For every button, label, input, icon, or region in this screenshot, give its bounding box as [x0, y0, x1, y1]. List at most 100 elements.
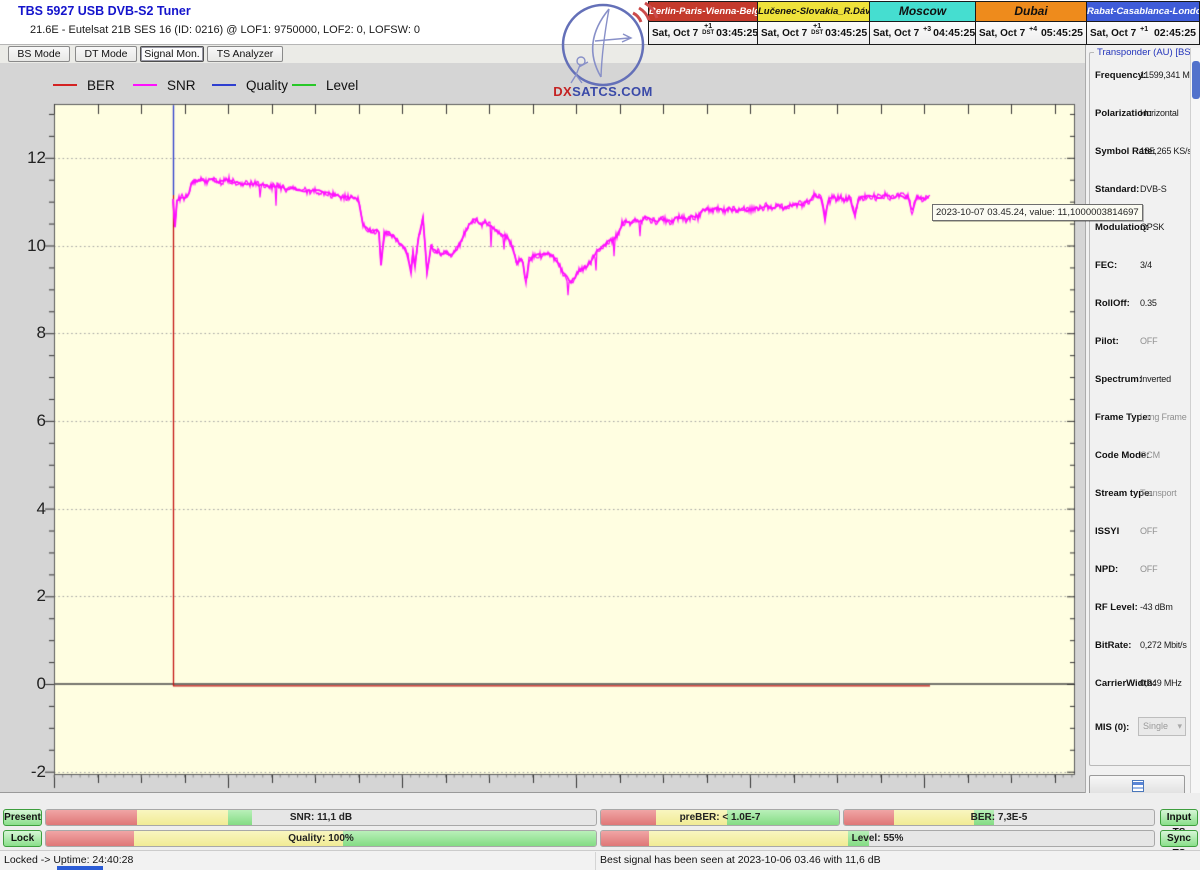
clock-date: Sat, Oct 7	[761, 28, 807, 39]
app-title: TBS 5927 USB DVB-S2 Tuner	[18, 4, 191, 18]
sidebar-row-standard: Standard:DVB-S	[1086, 184, 1200, 198]
signal-status-bars: Present SNR: 11,1 dB preBER: < 1.0E-7 BE…	[0, 793, 1200, 850]
clock-time: 05:45:25	[1041, 27, 1083, 39]
y-axis-label: -2	[2, 763, 46, 781]
row-label: ISSYI	[1095, 526, 1119, 537]
signal-chart-canvas[interactable]	[0, 63, 1085, 793]
row-value: DVB-S	[1140, 184, 1167, 194]
legend-item-snr: SNR	[133, 75, 196, 95]
snr-line-icon	[133, 84, 157, 87]
row-label: FEC:	[1095, 260, 1117, 271]
y-axis-label: 2	[2, 587, 46, 605]
mis-selected-value: Single	[1143, 721, 1168, 731]
sidebar-row-fec: FEC: 3/4	[1086, 260, 1200, 274]
row-value: -43 dBm	[1140, 602, 1173, 612]
clock-moscow: Moscow Sat, Oct 7 +3 04:45:25	[870, 1, 976, 45]
taskbar-peek-strip	[57, 866, 103, 870]
row-value: 0.35	[1140, 298, 1157, 308]
clock-dubai: Dubai Sat, Oct 7 +4 05:45:25	[976, 1, 1087, 45]
sidebar-row-frequency: Frequency:11599,341 MHz	[1086, 70, 1200, 84]
dst-flag: DST	[702, 30, 714, 36]
legend-label: Quality	[246, 78, 288, 93]
sidebar-scrollbar[interactable]	[1190, 48, 1200, 793]
sidebar-row-bitrate: BitRate:0,272 Mbit/s	[1086, 640, 1200, 654]
y-axis-label: 0	[2, 675, 46, 693]
best-signal-status: Best signal has been seen at 2023-10-06 …	[600, 854, 881, 866]
clock-time: 03:45:25	[825, 27, 867, 39]
clock-time: 03:45:25	[716, 27, 758, 39]
sidebar-row-code-mode: Code Mode:CCM	[1086, 450, 1200, 464]
input-ts-button[interactable]: Input TS	[1160, 809, 1198, 826]
signal-monitor-chart-panel: BER SNR Quality Level 12 10 8 6 4 2 0 -2…	[0, 63, 1085, 793]
clock-date: Sat, Oct 7	[979, 28, 1025, 39]
clock-city-label: Rabat-Casablanca-London	[1087, 2, 1199, 22]
quality-bar-label: Quality: 100%	[46, 831, 596, 846]
utc-offset: +1 DST	[702, 24, 714, 36]
row-label: BitRate:	[1095, 640, 1131, 651]
legend-label: Level	[326, 78, 358, 93]
y-axis-label: 10	[2, 237, 46, 255]
clock-time-row: Sat, Oct 7 +4 05:45:25	[976, 22, 1086, 44]
clock-rabat: Rabat-Casablanca-London Sat, Oct 7 +1 02…	[1087, 1, 1200, 45]
row-value: 0,249 MHz	[1140, 678, 1182, 688]
row-value: Horizontal	[1140, 108, 1179, 118]
utc-offset: +4	[1029, 27, 1037, 33]
groupbox-title: Transponder (AU) [BS]	[1094, 47, 1196, 58]
row-value: 185,265 KS/s	[1140, 146, 1192, 156]
row-value: CCM	[1140, 450, 1160, 460]
level-bar: Level: 55%	[600, 830, 1155, 847]
row-value: OFF	[1140, 564, 1157, 574]
sync-ts-button[interactable]: Sync TS	[1160, 830, 1198, 847]
dst-flag: DST	[811, 30, 823, 36]
offset-value: +1	[1140, 27, 1148, 33]
clock-time-row: Sat, Oct 7 +3 04:45:25	[870, 22, 975, 44]
clock-time-row: Sat, Oct 7 +1 02:45:25	[1087, 22, 1199, 44]
clock-lucenec: Lučenec-Slovakia_R.Dávid Sat, Oct 7 +1 D…	[758, 1, 870, 45]
sidebar-row-pilot: Pilot:OFF	[1086, 336, 1200, 350]
y-axis-label: 6	[2, 412, 46, 430]
logo-rest: SATCS.COM	[572, 84, 653, 99]
scrollbar-thumb[interactable]	[1192, 61, 1200, 99]
level-line-icon	[292, 84, 316, 87]
sidebar-row-carrier-width: CarrierWidth:0,249 MHz	[1086, 678, 1200, 692]
preber-bar: preBER: < 1.0E-7	[600, 809, 840, 826]
row-label: RollOff:	[1095, 298, 1130, 309]
row-value: Long Frame	[1140, 412, 1187, 422]
sidebar-row-spectrum: Spectrum:Inverted	[1086, 374, 1200, 388]
lock-button[interactable]: Lock	[3, 830, 42, 847]
clock-time: 02:45:25	[1154, 27, 1196, 39]
mis-dropdown[interactable]: Single ▾	[1138, 717, 1186, 736]
row-label: Frequency:	[1095, 70, 1146, 81]
tuner-settings-subtitle: 21.6E - Eutelsat 21B SES 16 (ID: 0216) @…	[30, 24, 420, 36]
quality-line-icon	[212, 84, 236, 87]
satellite-dish-icon	[545, 1, 661, 87]
snr-bar-label: SNR: 11,1 dB	[46, 810, 596, 825]
tab-bs-mode[interactable]: BS Mode	[8, 46, 70, 62]
y-axis-label: 4	[2, 500, 46, 518]
offset-value: +4	[1029, 27, 1037, 33]
utc-offset: +3	[923, 27, 931, 33]
logo-wordmark: DXSATCS.COM	[545, 84, 661, 99]
tab-dt-mode[interactable]: DT Mode	[75, 46, 137, 62]
clock-time-row: Sat, Oct 7 +1 DST 03:45:25	[758, 22, 869, 44]
snr-bar: SNR: 11,1 dB	[45, 809, 597, 826]
tab-ts-analyzer[interactable]: TS Analyzer (OK)	[207, 46, 283, 62]
legend-item-level: Level	[292, 75, 358, 95]
log-list-icon	[1132, 780, 1144, 792]
row-label: Standard:	[1095, 184, 1139, 195]
preber-bar-label: preBER: < 1.0E-7	[601, 810, 839, 825]
row-label: RF Level:	[1095, 602, 1138, 613]
sidebar-row-stream-type: Stream type:Transport	[1086, 488, 1200, 502]
legend-label: SNR	[167, 78, 196, 93]
row-value: 3/4	[1140, 260, 1152, 270]
present-button[interactable]: Present	[3, 809, 42, 826]
statusbar: Locked -> Uptime: 24:40:28 Best signal h…	[0, 850, 1200, 870]
clock-time-row: Sat, Oct 7 +1 DST 03:45:25	[649, 22, 757, 44]
clock-date: Sat, Oct 7	[873, 28, 919, 39]
row-value: OFF	[1140, 526, 1157, 536]
level-bar-label: Level: 55%	[601, 831, 1154, 846]
tab-signal-mon[interactable]: Signal Mon.	[140, 46, 204, 62]
clock-city-label: Moscow	[870, 2, 975, 22]
clock-city-label: Dubai	[976, 2, 1086, 22]
offset-value: +3	[923, 27, 931, 33]
